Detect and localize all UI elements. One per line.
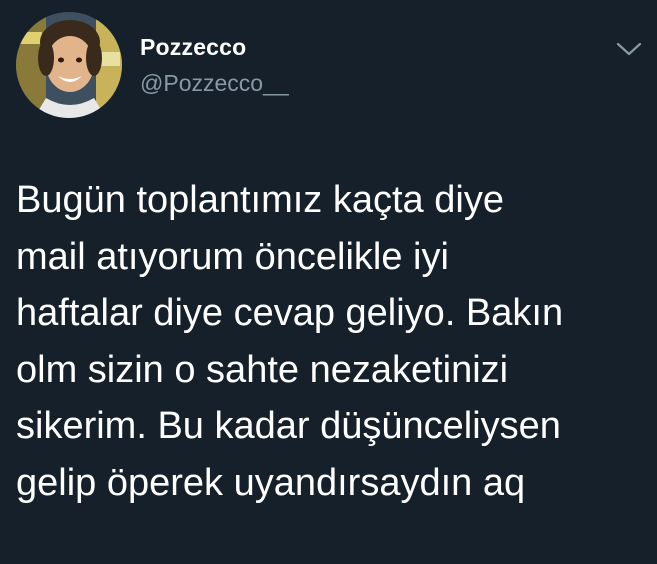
- display-name[interactable]: Pozzecco: [140, 34, 246, 61]
- tweet-line: sikerim. Bu kadar düşünceliysen: [16, 405, 561, 447]
- tweet-line: gelip öperek uyandırsaydın aq: [16, 461, 526, 504]
- tweet-line: olm sizin o sahte nezaketinizi: [16, 348, 509, 391]
- tweet-line: Bugün toplantımız kaçta diye: [16, 179, 504, 221]
- tweet-line: mail atıyorum öncelikle iyi: [16, 235, 449, 278]
- more-options-button[interactable]: [612, 36, 646, 62]
- chevron-down-icon: [616, 42, 642, 56]
- profile-photo-icon: [16, 12, 122, 118]
- tweet-text: Bugün toplantımız kaçta diye mail atıyor…: [16, 172, 646, 511]
- user-handle[interactable]: @Pozzecco__: [140, 70, 289, 97]
- tweet-line: haftalar diye cevap geliyo. Bakın: [16, 292, 564, 334]
- tweet-card: Pozzecco @Pozzecco__ Bugün toplantımız k…: [0, 0, 657, 564]
- avatar[interactable]: [16, 12, 122, 118]
